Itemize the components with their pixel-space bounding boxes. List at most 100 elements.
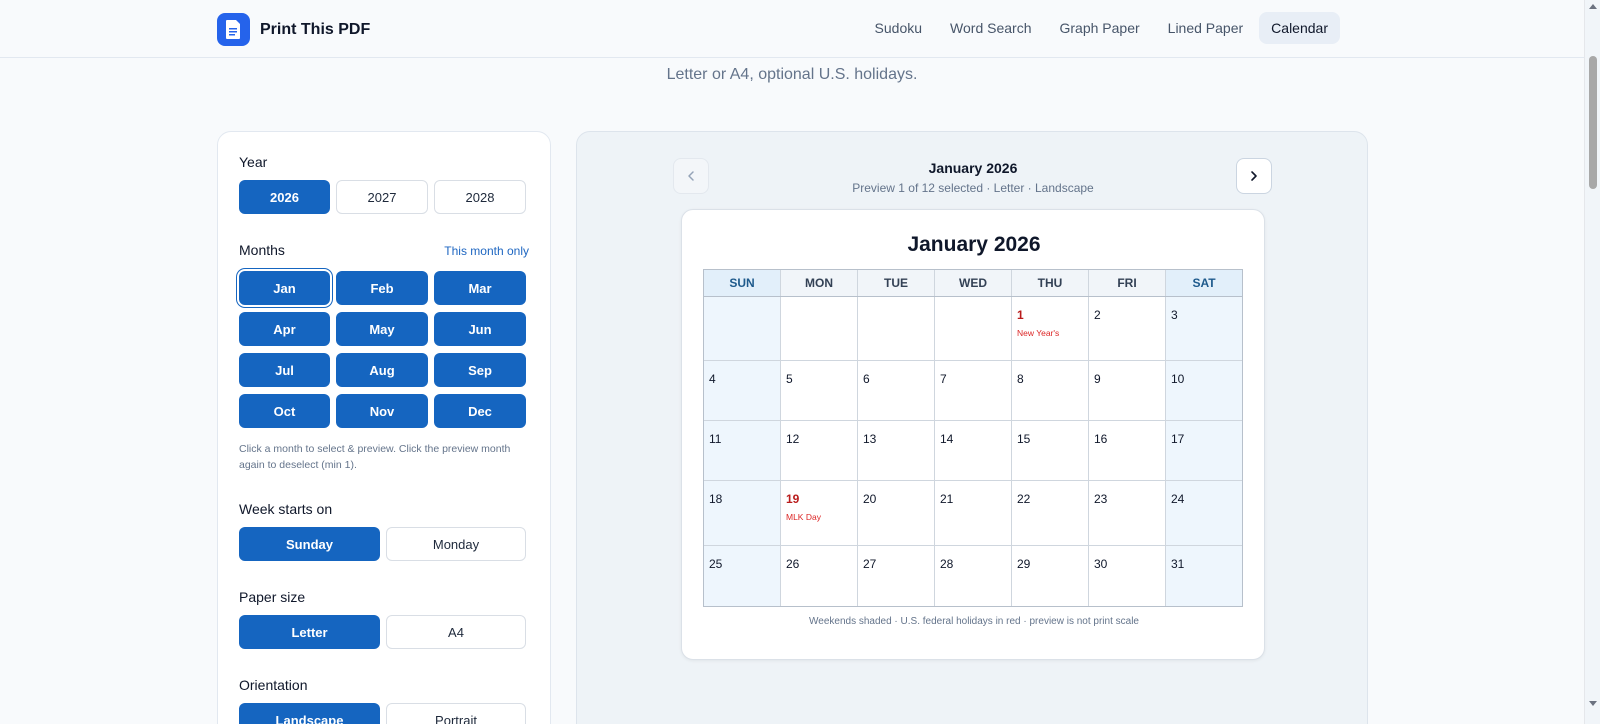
weekday-thu: THU bbox=[1012, 270, 1089, 296]
calendar-day-cell: 28 bbox=[935, 546, 1012, 606]
calendar-day-cell: 27 bbox=[858, 546, 935, 606]
prev-month-button[interactable] bbox=[673, 158, 709, 194]
day-number: 27 bbox=[863, 557, 877, 571]
day-number: 14 bbox=[940, 432, 954, 446]
holiday-label: New Year's bbox=[1017, 328, 1060, 338]
day-number: 22 bbox=[1017, 492, 1031, 506]
year-2027-button[interactable]: 2027 bbox=[336, 180, 428, 214]
day-number: 28 bbox=[940, 557, 954, 571]
year-2026-button[interactable]: 2026 bbox=[239, 180, 330, 214]
month-aug-button[interactable]: Aug bbox=[336, 353, 428, 387]
page-subtitle: Letter or A4, optional U.S. holidays. bbox=[666, 66, 918, 83]
paper-size-label: Paper size bbox=[239, 589, 306, 605]
months-help-text: Click a month to select & preview. Click… bbox=[239, 443, 511, 471]
month-mar-button[interactable]: Mar bbox=[434, 271, 526, 305]
week-sunday-button[interactable]: Sunday bbox=[239, 527, 380, 561]
month-feb-button[interactable]: Feb bbox=[336, 271, 428, 305]
paper-letter-button[interactable]: Letter bbox=[239, 615, 380, 649]
calendar-day-cell: 1 New Year's bbox=[1012, 297, 1089, 360]
day-number: 9 bbox=[1094, 372, 1101, 386]
day-number: 30 bbox=[1094, 557, 1108, 571]
page-scrollbar[interactable] bbox=[1584, 0, 1600, 724]
brand-name: Print This PDF bbox=[260, 20, 371, 38]
nav-lined-paper[interactable]: Lined Paper bbox=[1156, 12, 1256, 44]
calendar-day-cell: 10 bbox=[1166, 361, 1242, 420]
calendar-day-cell: 23 bbox=[1089, 481, 1166, 545]
month-jul-button[interactable]: Jul bbox=[239, 353, 330, 387]
calendar-day-cell: 6 bbox=[858, 361, 935, 420]
calendar-week-row: 4 5 6 7 8 9 10 bbox=[704, 361, 1242, 421]
month-jan-button[interactable]: Jan bbox=[239, 271, 330, 305]
month-jun-button[interactable]: Jun bbox=[434, 312, 526, 346]
month-sep-button[interactable]: Sep bbox=[434, 353, 526, 387]
paper-a4-button[interactable]: A4 bbox=[386, 615, 526, 649]
day-number: 7 bbox=[940, 372, 947, 386]
calendar-day-cell: 30 bbox=[1089, 546, 1166, 606]
day-number: 8 bbox=[1017, 372, 1024, 386]
day-number: 19 bbox=[786, 492, 800, 506]
month-nov-button[interactable]: Nov bbox=[336, 394, 428, 428]
months-label: Months bbox=[239, 242, 285, 258]
day-number: 10 bbox=[1171, 372, 1185, 386]
calendar-day-cell: 24 bbox=[1166, 481, 1242, 545]
day-number: 6 bbox=[863, 372, 870, 386]
weekday-fri: FRI bbox=[1089, 270, 1166, 296]
orientation-label: Orientation bbox=[239, 677, 308, 693]
weekday-tue: TUE bbox=[858, 270, 935, 296]
calendar-week-row: 11 12 13 14 15 16 17 bbox=[704, 421, 1242, 481]
year-label: Year bbox=[239, 154, 268, 170]
calendar-day-cell: 22 bbox=[1012, 481, 1089, 545]
day-number: 4 bbox=[709, 372, 716, 386]
scroll-down-arrow-icon[interactable] bbox=[1589, 701, 1597, 706]
orientation-portrait-button[interactable]: Portrait bbox=[386, 703, 526, 724]
nav-sudoku[interactable]: Sudoku bbox=[863, 12, 934, 44]
this-month-only-link[interactable]: This month only bbox=[444, 244, 529, 258]
day-number: 17 bbox=[1171, 432, 1185, 446]
calendar-day-cell: 12 bbox=[781, 421, 858, 480]
nav-graph-paper[interactable]: Graph Paper bbox=[1047, 12, 1151, 44]
day-number: 11 bbox=[709, 432, 722, 446]
calendar-day-cell: 29 bbox=[1012, 546, 1089, 606]
day-number: 26 bbox=[786, 557, 800, 571]
chevron-right-icon bbox=[1251, 171, 1257, 181]
weekday-mon: MON bbox=[781, 270, 858, 296]
month-may-button[interactable]: May bbox=[336, 312, 428, 346]
month-dec-button[interactable]: Dec bbox=[434, 394, 526, 428]
month-apr-button[interactable]: Apr bbox=[239, 312, 330, 346]
orientation-landscape-button[interactable]: Landscape bbox=[239, 703, 380, 724]
week-monday-button[interactable]: Monday bbox=[386, 527, 526, 561]
brand[interactable]: Print This PDF bbox=[217, 13, 370, 46]
nav-word-search[interactable]: Word Search bbox=[938, 12, 1043, 44]
nav-calendar[interactable]: Calendar bbox=[1259, 12, 1340, 44]
calendar-day-cell: 7 bbox=[935, 361, 1012, 420]
day-number: 18 bbox=[709, 492, 723, 506]
calendar-day-cell: 2 bbox=[1089, 297, 1166, 360]
calendar-day-cell: 31 bbox=[1166, 546, 1242, 606]
next-month-button[interactable] bbox=[1236, 158, 1272, 194]
day-number: 12 bbox=[786, 432, 800, 446]
calendar-day-cell: 13 bbox=[858, 421, 935, 480]
calendar-grid: SUN MON TUE WED THU FRI SAT 1 New Year's 2 3 4 5 6 7 8… bbox=[703, 269, 1243, 607]
day-number: 31 bbox=[1171, 557, 1185, 571]
calendar-day-cell: 15 bbox=[1012, 421, 1089, 480]
weekday-sun: SUN bbox=[704, 270, 781, 296]
day-number: 20 bbox=[863, 492, 877, 506]
calendar-day-cell: 3 bbox=[1166, 297, 1242, 360]
calendar-day-cell: 26 bbox=[781, 546, 858, 606]
calendar-day-cell: 9 bbox=[1089, 361, 1166, 420]
calendar-empty-cell bbox=[704, 297, 781, 360]
scroll-thumb[interactable] bbox=[1589, 56, 1597, 189]
day-number: 1 bbox=[1017, 308, 1024, 322]
calendar-day-cell: 4 bbox=[704, 361, 781, 420]
calendar-day-cell: 5 bbox=[781, 361, 858, 420]
day-number: 16 bbox=[1094, 432, 1108, 446]
day-number: 21 bbox=[940, 492, 954, 506]
month-oct-button[interactable]: Oct bbox=[239, 394, 330, 428]
scroll-up-arrow-icon[interactable] bbox=[1589, 4, 1597, 9]
holiday-label: MLK Day bbox=[786, 512, 821, 522]
day-number: 3 bbox=[1171, 308, 1178, 322]
calendar-empty-cell bbox=[935, 297, 1012, 360]
day-number: 24 bbox=[1171, 492, 1185, 506]
day-number: 13 bbox=[863, 432, 877, 446]
year-2028-button[interactable]: 2028 bbox=[434, 180, 526, 214]
